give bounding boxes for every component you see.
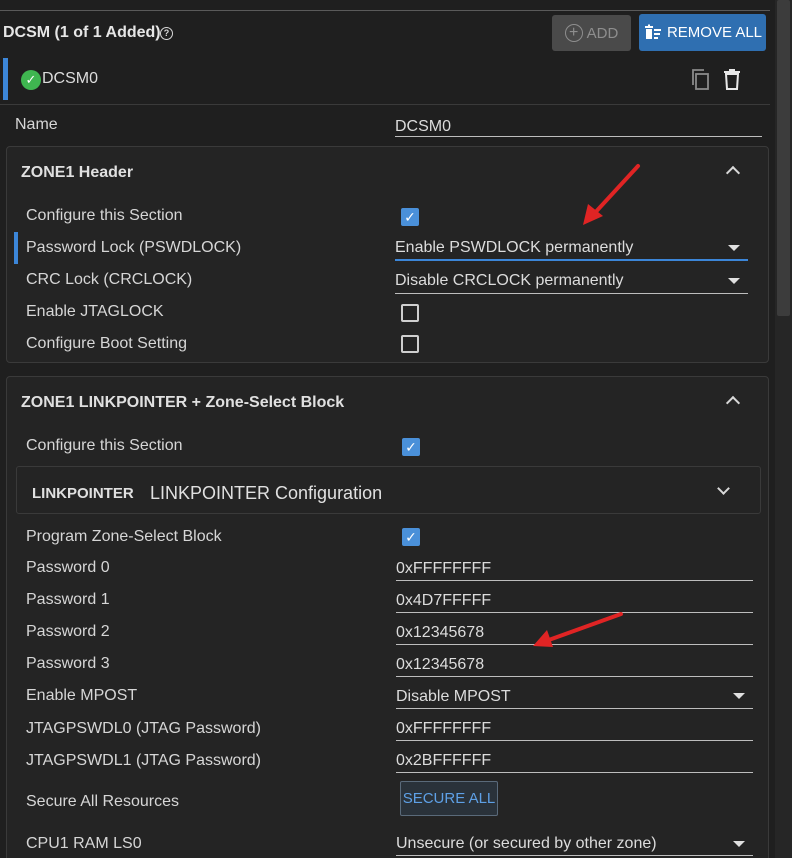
- password0-input[interactable]: 0xFFFFFFFF: [396, 558, 753, 581]
- jtagpswdl1-input[interactable]: 0x2BFFFFFF: [396, 750, 753, 773]
- remove-all-button-label: REMOVE ALL: [666, 24, 763, 41]
- caret-down-icon: [733, 693, 745, 699]
- page-title: DCSM (1 of 1 Added): [3, 24, 161, 41]
- crclock-select[interactable]: Disable CRCLOCK permanently: [395, 270, 748, 294]
- instance-divider: [0, 104, 770, 105]
- name-label: Name: [15, 116, 58, 133]
- caret-down-icon: [728, 245, 740, 251]
- password0-label: Password 0: [26, 559, 110, 576]
- cpu1-ram-ls0-label: CPU1 RAM LS0: [26, 835, 142, 852]
- top-divider: [0, 10, 770, 11]
- lp-configure-checkbox[interactable]: ✓: [402, 438, 420, 456]
- zone1-configure-checkbox[interactable]: ✓: [401, 208, 419, 226]
- plus-circle-icon: +: [564, 24, 583, 42]
- boot-setting-label: Configure Boot Setting: [26, 335, 187, 352]
- scrollbar-thumb[interactable]: [777, 0, 790, 316]
- lp-configure-label: Configure this Section: [26, 437, 183, 454]
- pswdlock-select[interactable]: Enable PSWDLOCK permanently: [395, 237, 748, 261]
- password1-label: Password 1: [26, 591, 110, 608]
- pswdlock-label: Password Lock (PSWDLOCK): [26, 239, 242, 256]
- password2-input[interactable]: 0x12345678: [396, 622, 753, 645]
- caret-down-icon: [733, 841, 745, 847]
- password1-input[interactable]: 0x4D7FFFFF: [396, 590, 753, 613]
- mpost-select[interactable]: Disable MPOST: [396, 686, 753, 709]
- cpu1-ram-ls0-select[interactable]: Unsecure (or secured by other zone): [396, 833, 753, 856]
- program-zsb-label: Program Zone-Select Block: [26, 528, 222, 545]
- remove-all-button[interactable]: REMOVE ALL: [639, 14, 766, 51]
- name-input[interactable]: DCSM0: [395, 116, 762, 137]
- secure-all-button[interactable]: SECURE ALL: [400, 781, 498, 816]
- linkpointer-tag: LINKPOINTER: [32, 485, 134, 502]
- add-button-label: ADD: [586, 24, 619, 42]
- zone1-header-title: ZONE1 Header: [21, 164, 134, 181]
- copy-icon[interactable]: [690, 68, 710, 90]
- instance-name[interactable]: DCSM0: [42, 70, 98, 88]
- jtaglock-checkbox[interactable]: [401, 304, 419, 322]
- secure-all-label: Secure All Resources: [26, 793, 179, 810]
- delete-sweep-icon: [644, 24, 661, 39]
- zone1-linkpointer-title: ZONE1 LINKPOINTER + Zone-Select Block: [21, 394, 345, 411]
- jtagpswdl1-label: JTAGPSWDL1 (JTAG Password): [26, 752, 261, 769]
- boot-setting-checkbox[interactable]: [401, 335, 419, 353]
- password2-label: Password 2: [26, 623, 110, 640]
- jtagpswdl0-label: JTAGPSWDL0 (JTAG Password): [26, 720, 261, 737]
- zone1-configure-label: Configure this Section: [26, 207, 183, 224]
- linkpointer-title: LINKPOINTER Configuration: [150, 483, 383, 503]
- caret-down-icon: [728, 278, 740, 284]
- crclock-label: CRC Lock (CRCLOCK): [26, 271, 193, 288]
- add-button[interactable]: + ADD: [552, 15, 631, 51]
- mpost-label: Enable MPOST: [26, 687, 138, 704]
- instance-selected-marker: [3, 58, 8, 100]
- help-circle-icon[interactable]: ?: [160, 27, 173, 40]
- trash-icon[interactable]: [723, 68, 741, 90]
- program-zsb-checkbox[interactable]: ✓: [402, 528, 420, 546]
- password3-label: Password 3: [26, 655, 110, 672]
- password3-input[interactable]: 0x12345678: [396, 654, 753, 677]
- jtagpswdl0-input[interactable]: 0xFFFFFFFF: [396, 718, 753, 741]
- row-focus-marker: [14, 232, 18, 264]
- jtaglock-label: Enable JTAGLOCK: [26, 303, 164, 320]
- check-circle-icon: ✓: [21, 70, 41, 90]
